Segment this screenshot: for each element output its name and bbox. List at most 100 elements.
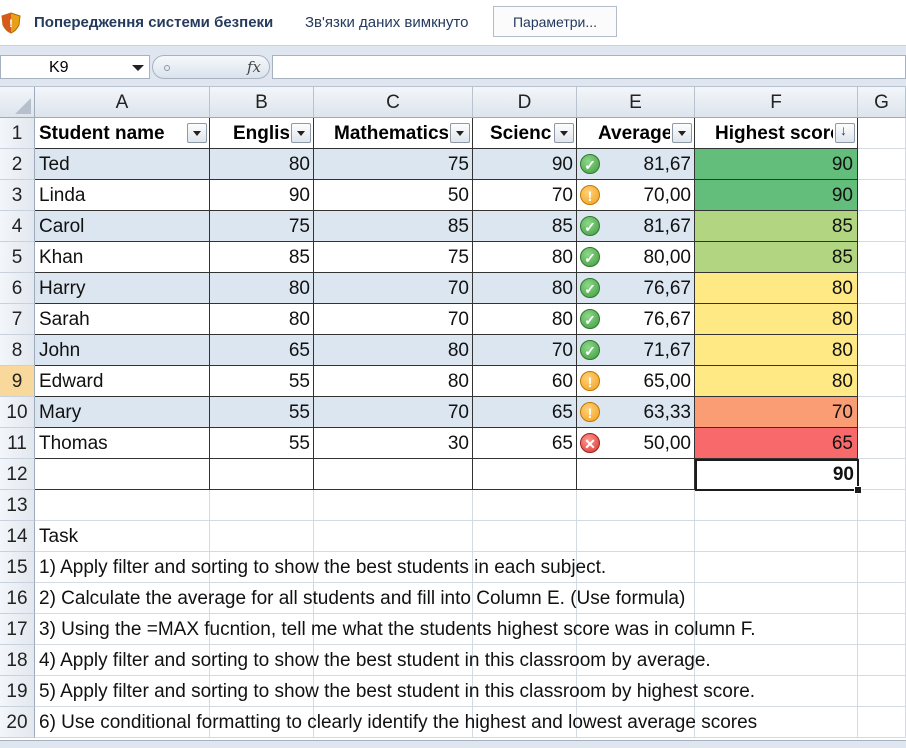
cell-a12[interactable] bbox=[35, 459, 210, 490]
row-header-14[interactable]: 14 bbox=[0, 521, 35, 552]
grip-icon[interactable] bbox=[164, 65, 170, 71]
cell-d12[interactable] bbox=[473, 459, 577, 490]
row-header-8[interactable]: 8 bbox=[0, 335, 35, 366]
cell-e13[interactable] bbox=[577, 490, 695, 521]
row-header-3[interactable]: 3 bbox=[0, 180, 35, 211]
average-score: 76,67 bbox=[643, 278, 691, 299]
security-warning-bar: ! Попередження системи безпеки Зв'язки д… bbox=[0, 0, 906, 46]
insert-function-button[interactable]: fx bbox=[247, 58, 261, 76]
cell-g8[interactable] bbox=[858, 335, 906, 366]
cell-g10[interactable] bbox=[858, 397, 906, 428]
cell-g4[interactable] bbox=[858, 211, 906, 242]
select-all-button[interactable] bbox=[0, 87, 35, 118]
row-header-18[interactable]: 18 bbox=[0, 645, 35, 676]
filter-dropdown-icon[interactable] bbox=[187, 123, 207, 143]
cell-g7[interactable] bbox=[858, 304, 906, 335]
name-box[interactable]: K9 bbox=[0, 55, 150, 79]
cell-g13[interactable] bbox=[858, 490, 906, 521]
row-header-20[interactable]: 20 bbox=[0, 707, 35, 738]
cell-e14[interactable] bbox=[577, 521, 695, 552]
row-header-6[interactable]: 6 bbox=[0, 273, 35, 304]
cell-b14[interactable] bbox=[210, 521, 314, 552]
cell-g9[interactable] bbox=[858, 366, 906, 397]
cell-f14[interactable] bbox=[695, 521, 858, 552]
highest-score: 85 bbox=[695, 211, 858, 242]
cell-f16[interactable] bbox=[695, 583, 858, 614]
chevron-down-icon[interactable] bbox=[132, 65, 144, 71]
student-name-cell: Linda bbox=[39, 185, 86, 206]
cell-g1[interactable] bbox=[858, 118, 906, 149]
column-header-b[interactable]: B bbox=[210, 87, 314, 118]
column-header-a[interactable]: A bbox=[35, 87, 210, 118]
max-score-value: 90 bbox=[832, 464, 854, 485]
filter-dropdown-icon[interactable] bbox=[554, 123, 574, 143]
fill-handle[interactable] bbox=[854, 486, 862, 494]
cell-g2[interactable] bbox=[858, 149, 906, 180]
cell-g11[interactable] bbox=[858, 428, 906, 459]
row-header-10[interactable]: 10 bbox=[0, 397, 35, 428]
security-warning-message: Зв'язки даних вимкнуто bbox=[305, 14, 469, 31]
row-header-5[interactable]: 5 bbox=[0, 242, 35, 273]
student-name-cell: John bbox=[39, 340, 81, 361]
row-header-1[interactable]: 1 bbox=[0, 118, 35, 149]
cell-f18[interactable] bbox=[695, 645, 858, 676]
average-score: 50,00 bbox=[643, 433, 691, 454]
svg-text:!: ! bbox=[9, 18, 13, 30]
cell-f15[interactable] bbox=[695, 552, 858, 583]
cell-b13[interactable] bbox=[210, 490, 314, 521]
row-header-13[interactable]: 13 bbox=[0, 490, 35, 521]
english-score: 80 bbox=[288, 278, 310, 299]
options-button[interactable]: Параметри... bbox=[493, 6, 617, 37]
row-header-4[interactable]: 4 bbox=[0, 211, 35, 242]
filter-dropdown-icon[interactable] bbox=[450, 123, 470, 143]
cell-g19[interactable] bbox=[858, 676, 906, 707]
average-score: 81,67 bbox=[643, 154, 691, 175]
cell-g16[interactable] bbox=[858, 583, 906, 614]
row-header-12[interactable]: 12 bbox=[0, 459, 35, 490]
row-header-19[interactable]: 19 bbox=[0, 676, 35, 707]
cell-g20[interactable] bbox=[858, 707, 906, 738]
highest-score: 80 bbox=[695, 304, 858, 335]
cell-f13[interactable] bbox=[695, 490, 858, 521]
sort-descending-icon[interactable] bbox=[835, 122, 855, 143]
math-score: 85 bbox=[447, 216, 469, 237]
cell-g18[interactable] bbox=[858, 645, 906, 676]
filter-dropdown-icon[interactable] bbox=[672, 123, 692, 143]
science-score: 65 bbox=[551, 402, 573, 423]
column-header-d[interactable]: D bbox=[473, 87, 577, 118]
highest-score: 80 bbox=[695, 273, 858, 304]
row-header-7[interactable]: 7 bbox=[0, 304, 35, 335]
cell-d14[interactable] bbox=[473, 521, 577, 552]
row-header-9[interactable]: 9 bbox=[0, 366, 35, 397]
column-header-e[interactable]: E bbox=[577, 87, 695, 118]
cell-g3[interactable] bbox=[858, 180, 906, 211]
cell-g14[interactable] bbox=[858, 521, 906, 552]
cell-g12[interactable] bbox=[858, 459, 906, 490]
row-header-17[interactable]: 17 bbox=[0, 614, 35, 645]
cell-g15[interactable] bbox=[858, 552, 906, 583]
row-header-15[interactable]: 15 bbox=[0, 552, 35, 583]
filter-dropdown-icon[interactable] bbox=[291, 123, 311, 143]
column-header-c[interactable]: C bbox=[314, 87, 473, 118]
row-header-11[interactable]: 11 bbox=[0, 428, 35, 459]
cell-g6[interactable] bbox=[858, 273, 906, 304]
cell-d13[interactable] bbox=[473, 490, 577, 521]
cell-b12[interactable] bbox=[210, 459, 314, 490]
cell-e12[interactable] bbox=[577, 459, 695, 490]
formula-input[interactable] bbox=[272, 55, 906, 79]
math-score: 70 bbox=[447, 309, 469, 330]
cell-g17[interactable] bbox=[858, 614, 906, 645]
cell-c13[interactable] bbox=[314, 490, 473, 521]
row-header-16[interactable]: 16 bbox=[0, 583, 35, 614]
cell-g5[interactable] bbox=[858, 242, 906, 273]
cell-c12[interactable] bbox=[314, 459, 473, 490]
worksheet-grid[interactable]: A B C D E F G 1 2 3 4 5 6 7 8 9 10 11 12 13 14 15 16 17 18 19 20 St… bbox=[0, 87, 906, 747]
cell-c14[interactable] bbox=[314, 521, 473, 552]
row-header-2[interactable]: 2 bbox=[0, 149, 35, 180]
column-header-f[interactable]: F bbox=[695, 87, 858, 118]
english-score: 75 bbox=[288, 216, 310, 237]
column-header-g[interactable]: G bbox=[858, 87, 906, 118]
formula-bar: K9 fx bbox=[0, 46, 906, 87]
science-score: 70 bbox=[551, 340, 573, 361]
cell-a13[interactable] bbox=[35, 490, 210, 521]
